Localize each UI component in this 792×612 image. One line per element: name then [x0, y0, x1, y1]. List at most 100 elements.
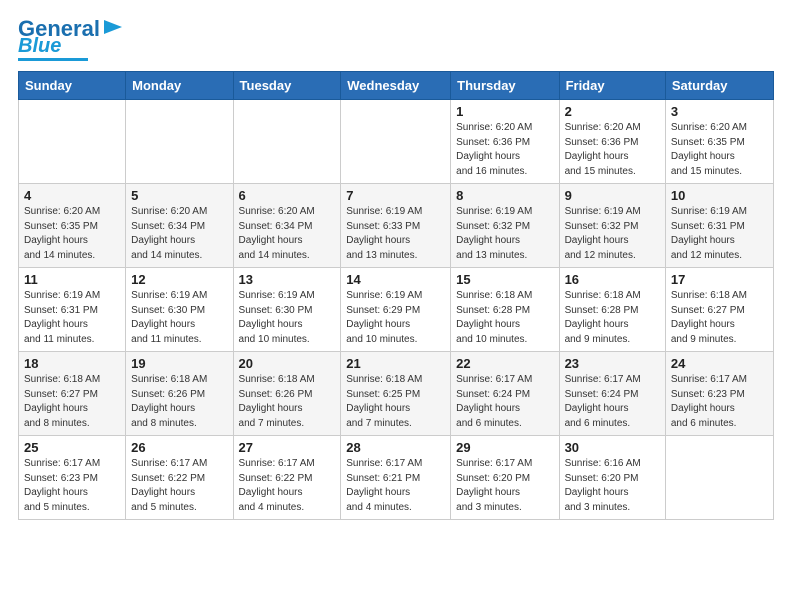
day-detail: Sunrise: 6:18 AM Sunset: 6:26 PM Dayligh… — [239, 373, 336, 431]
day-detail: Sunrise: 6:17 AM Sunset: 6:23 PM Dayligh… — [671, 373, 768, 431]
day-detail: Sunrise: 6:17 AM Sunset: 6:24 PM Dayligh… — [565, 373, 660, 431]
day-detail: Sunrise: 6:17 AM Sunset: 6:22 PM Dayligh… — [131, 457, 227, 515]
day-number: 18 — [24, 356, 120, 371]
day-number: 13 — [239, 272, 336, 287]
day-detail: Sunrise: 6:20 AM Sunset: 6:35 PM Dayligh… — [671, 121, 768, 179]
day-detail: Sunrise: 6:19 AM Sunset: 6:31 PM Dayligh… — [671, 205, 768, 263]
day-detail: Sunrise: 6:20 AM Sunset: 6:35 PM Dayligh… — [24, 205, 120, 263]
logo: General Blue — [18, 18, 124, 61]
calendar-cell: 21 Sunrise: 6:18 AM Sunset: 6:25 PM Dayl… — [341, 352, 451, 436]
col-saturday: Saturday — [665, 72, 773, 100]
day-detail: Sunrise: 6:19 AM Sunset: 6:32 PM Dayligh… — [456, 205, 553, 263]
day-detail: Sunrise: 6:18 AM Sunset: 6:25 PM Dayligh… — [346, 373, 445, 431]
day-number: 4 — [24, 188, 120, 203]
day-detail: Sunrise: 6:20 AM Sunset: 6:34 PM Dayligh… — [131, 205, 227, 263]
day-number: 16 — [565, 272, 660, 287]
calendar-cell — [233, 100, 341, 184]
calendar-week-row: 4 Sunrise: 6:20 AM Sunset: 6:35 PM Dayli… — [19, 184, 774, 268]
day-number: 25 — [24, 440, 120, 455]
day-detail: Sunrise: 6:18 AM Sunset: 6:27 PM Dayligh… — [24, 373, 120, 431]
logo-blue: Blue — [18, 36, 61, 56]
day-number: 26 — [131, 440, 227, 455]
col-friday: Friday — [559, 72, 665, 100]
day-detail: Sunrise: 6:18 AM Sunset: 6:26 PM Dayligh… — [131, 373, 227, 431]
page: General Blue Sunday Monday Tuesday Wedne… — [0, 0, 792, 612]
day-detail: Sunrise: 6:17 AM Sunset: 6:22 PM Dayligh… — [239, 457, 336, 515]
day-detail: Sunrise: 6:19 AM Sunset: 6:29 PM Dayligh… — [346, 289, 445, 347]
calendar-cell: 17 Sunrise: 6:18 AM Sunset: 6:27 PM Dayl… — [665, 268, 773, 352]
day-number: 11 — [24, 272, 120, 287]
day-detail: Sunrise: 6:20 AM Sunset: 6:34 PM Dayligh… — [239, 205, 336, 263]
day-detail: Sunrise: 6:19 AM Sunset: 6:33 PM Dayligh… — [346, 205, 445, 263]
day-number: 12 — [131, 272, 227, 287]
day-number: 30 — [565, 440, 660, 455]
calendar-week-row: 11 Sunrise: 6:19 AM Sunset: 6:31 PM Dayl… — [19, 268, 774, 352]
day-number: 17 — [671, 272, 768, 287]
calendar-cell: 19 Sunrise: 6:18 AM Sunset: 6:26 PM Dayl… — [126, 352, 233, 436]
calendar-cell: 30 Sunrise: 6:16 AM Sunset: 6:20 PM Dayl… — [559, 436, 665, 520]
calendar-cell: 14 Sunrise: 6:19 AM Sunset: 6:29 PM Dayl… — [341, 268, 451, 352]
calendar-cell: 13 Sunrise: 6:19 AM Sunset: 6:30 PM Dayl… — [233, 268, 341, 352]
day-detail: Sunrise: 6:17 AM Sunset: 6:24 PM Dayligh… — [456, 373, 553, 431]
day-number: 3 — [671, 104, 768, 119]
day-number: 28 — [346, 440, 445, 455]
day-detail: Sunrise: 6:18 AM Sunset: 6:28 PM Dayligh… — [565, 289, 660, 347]
calendar-cell: 18 Sunrise: 6:18 AM Sunset: 6:27 PM Dayl… — [19, 352, 126, 436]
calendar-cell: 16 Sunrise: 6:18 AM Sunset: 6:28 PM Dayl… — [559, 268, 665, 352]
calendar-cell: 28 Sunrise: 6:17 AM Sunset: 6:21 PM Dayl… — [341, 436, 451, 520]
calendar-cell: 25 Sunrise: 6:17 AM Sunset: 6:23 PM Dayl… — [19, 436, 126, 520]
day-detail: Sunrise: 6:20 AM Sunset: 6:36 PM Dayligh… — [456, 121, 553, 179]
day-number: 5 — [131, 188, 227, 203]
day-number: 6 — [239, 188, 336, 203]
col-wednesday: Wednesday — [341, 72, 451, 100]
day-detail: Sunrise: 6:19 AM Sunset: 6:30 PM Dayligh… — [131, 289, 227, 347]
day-number: 14 — [346, 272, 445, 287]
day-number: 21 — [346, 356, 445, 371]
calendar-cell: 22 Sunrise: 6:17 AM Sunset: 6:24 PM Dayl… — [451, 352, 559, 436]
calendar-cell: 2 Sunrise: 6:20 AM Sunset: 6:36 PM Dayli… — [559, 100, 665, 184]
calendar-week-row: 25 Sunrise: 6:17 AM Sunset: 6:23 PM Dayl… — [19, 436, 774, 520]
calendar-week-row: 18 Sunrise: 6:18 AM Sunset: 6:27 PM Dayl… — [19, 352, 774, 436]
col-tuesday: Tuesday — [233, 72, 341, 100]
day-detail: Sunrise: 6:17 AM Sunset: 6:23 PM Dayligh… — [24, 457, 120, 515]
day-detail: Sunrise: 6:19 AM Sunset: 6:32 PM Dayligh… — [565, 205, 660, 263]
calendar-cell: 29 Sunrise: 6:17 AM Sunset: 6:20 PM Dayl… — [451, 436, 559, 520]
day-number: 1 — [456, 104, 553, 119]
day-number: 22 — [456, 356, 553, 371]
day-number: 2 — [565, 104, 660, 119]
day-number: 20 — [239, 356, 336, 371]
day-detail: Sunrise: 6:16 AM Sunset: 6:20 PM Dayligh… — [565, 457, 660, 515]
day-detail: Sunrise: 6:18 AM Sunset: 6:28 PM Dayligh… — [456, 289, 553, 347]
calendar-cell: 3 Sunrise: 6:20 AM Sunset: 6:35 PM Dayli… — [665, 100, 773, 184]
day-number: 10 — [671, 188, 768, 203]
day-detail: Sunrise: 6:18 AM Sunset: 6:27 PM Dayligh… — [671, 289, 768, 347]
calendar-cell: 24 Sunrise: 6:17 AM Sunset: 6:23 PM Dayl… — [665, 352, 773, 436]
calendar-cell: 27 Sunrise: 6:17 AM Sunset: 6:22 PM Dayl… — [233, 436, 341, 520]
day-number: 19 — [131, 356, 227, 371]
calendar-cell — [665, 436, 773, 520]
calendar-cell: 11 Sunrise: 6:19 AM Sunset: 6:31 PM Dayl… — [19, 268, 126, 352]
calendar-table: Sunday Monday Tuesday Wednesday Thursday… — [18, 71, 774, 520]
logo-underline — [18, 58, 88, 61]
day-detail: Sunrise: 6:19 AM Sunset: 6:30 PM Dayligh… — [239, 289, 336, 347]
calendar-cell: 20 Sunrise: 6:18 AM Sunset: 6:26 PM Dayl… — [233, 352, 341, 436]
header: General Blue — [18, 18, 774, 61]
day-detail: Sunrise: 6:17 AM Sunset: 6:21 PM Dayligh… — [346, 457, 445, 515]
calendar-cell — [126, 100, 233, 184]
day-number: 8 — [456, 188, 553, 203]
calendar-cell: 1 Sunrise: 6:20 AM Sunset: 6:36 PM Dayli… — [451, 100, 559, 184]
logo-arrow-icon — [102, 16, 124, 38]
calendar-header-row: Sunday Monday Tuesday Wednesday Thursday… — [19, 72, 774, 100]
calendar-cell: 4 Sunrise: 6:20 AM Sunset: 6:35 PM Dayli… — [19, 184, 126, 268]
col-sunday: Sunday — [19, 72, 126, 100]
day-detail: Sunrise: 6:20 AM Sunset: 6:36 PM Dayligh… — [565, 121, 660, 179]
calendar-cell: 8 Sunrise: 6:19 AM Sunset: 6:32 PM Dayli… — [451, 184, 559, 268]
day-number: 24 — [671, 356, 768, 371]
calendar-cell: 23 Sunrise: 6:17 AM Sunset: 6:24 PM Dayl… — [559, 352, 665, 436]
calendar-cell: 26 Sunrise: 6:17 AM Sunset: 6:22 PM Dayl… — [126, 436, 233, 520]
day-number: 27 — [239, 440, 336, 455]
col-monday: Monday — [126, 72, 233, 100]
day-number: 7 — [346, 188, 445, 203]
calendar-cell: 6 Sunrise: 6:20 AM Sunset: 6:34 PM Dayli… — [233, 184, 341, 268]
day-detail: Sunrise: 6:17 AM Sunset: 6:20 PM Dayligh… — [456, 457, 553, 515]
